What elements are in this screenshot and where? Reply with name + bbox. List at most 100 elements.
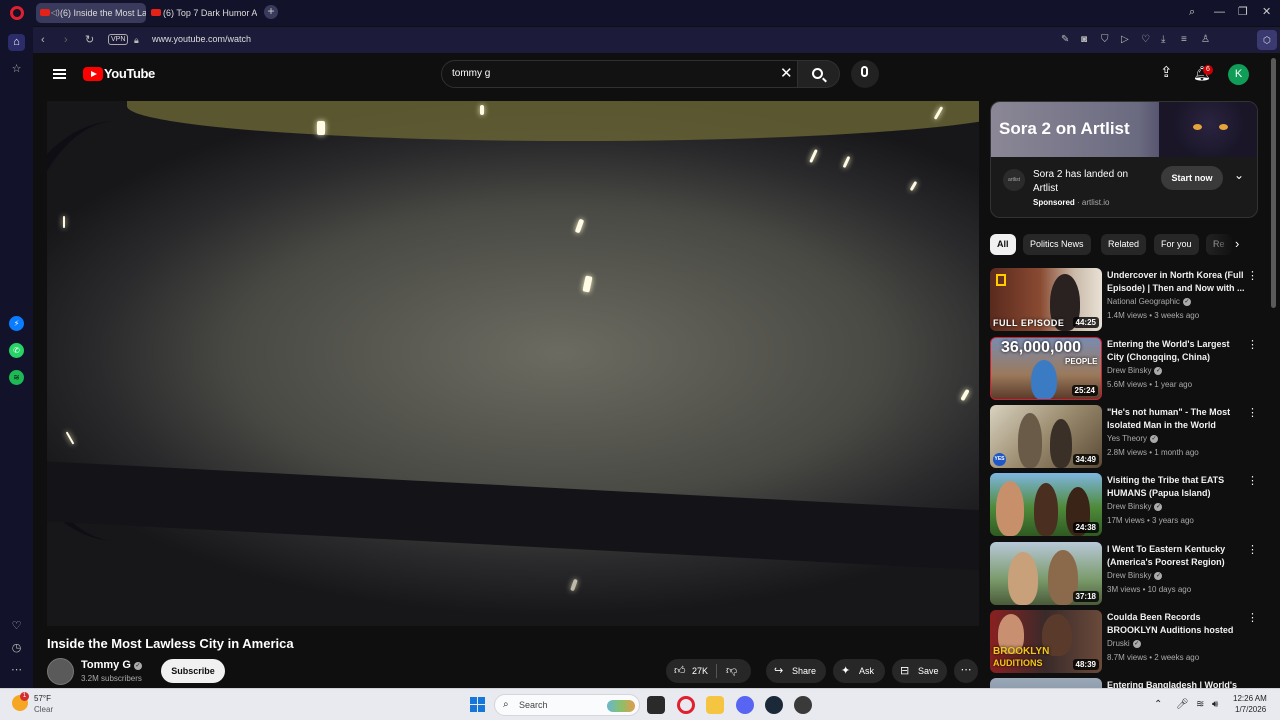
list-item[interactable]: BROOKLYN AUDITIONS 48:39 Coulda Been Rec… <box>990 610 1260 674</box>
maximize-icon[interactable]: ❐ <box>1238 5 1248 19</box>
subscribe-button[interactable]: Subscribe <box>161 659 225 683</box>
more-actions-button[interactable]: ⋯ <box>954 659 978 683</box>
youtube-logo-icon[interactable] <box>83 67 103 81</box>
home-icon[interactable]: ⌂ <box>8 34 25 51</box>
weather-temperature[interactable]: 57°F <box>34 694 51 703</box>
chevron-down-icon[interactable]: ⌄ <box>1234 168 1244 182</box>
minimize-icon[interactable]: — <box>1214 5 1225 19</box>
clock-time[interactable]: 12:26 AM <box>1233 694 1267 703</box>
task-view-icon[interactable] <box>647 696 665 714</box>
heart-icon[interactable]: ♡ <box>1141 34 1150 45</box>
spotify-icon[interactable]: ≋ <box>9 370 24 385</box>
kebab-menu-icon[interactable]: ⋮ <box>1247 474 1258 487</box>
tab-inside-the-most-lawless[interactable]: ◁) (6) Inside the Most La <box>36 3 146 23</box>
rec-title[interactable]: "He's not human" - The Most Isolated Man… <box>1107 406 1245 432</box>
list-item[interactable]: 24:38 Visiting the Tribe that EATS HUMAN… <box>990 473 1260 537</box>
windows-start-icon[interactable] <box>470 697 485 712</box>
discord-icon[interactable] <box>736 696 754 714</box>
rec-channel[interactable]: National Geographic ✓ <box>1107 297 1191 306</box>
tab-top-7-dark-humor[interactable]: (6) Top 7 Dark Humor AI V <box>147 3 257 23</box>
heart-icon[interactable]: ♡ <box>8 618 25 635</box>
rec-channel-name[interactable]: Drew Binsky <box>1107 571 1151 580</box>
save-button[interactable]: ⊟ Save <box>892 659 947 683</box>
file-explorer-icon[interactable] <box>706 696 724 714</box>
back-icon[interactable]: ‹ <box>41 33 45 47</box>
opera-menu-icon[interactable] <box>10 6 24 20</box>
video-thumbnail[interactable]: BROOKLYN AUDITIONS 48:39 <box>990 610 1102 673</box>
rec-channel-name[interactable]: Yes Theory <box>1107 434 1147 443</box>
list-item[interactable]: 37:18 I Went To Eastern Kentucky (Americ… <box>990 542 1260 606</box>
close-window-icon[interactable]: ✕ <box>1262 5 1271 19</box>
rec-title[interactable]: Entering the World's Largest City (Chong… <box>1107 338 1245 364</box>
list-item[interactable]: FULL EPISODE 44:25 Undercover in North K… <box>990 268 1260 332</box>
rec-title[interactable]: I Went To Eastern Kentucky (America's Po… <box>1107 543 1245 569</box>
ad-banner[interactable]: Sora 2 on Artlist <box>991 102 1257 157</box>
video-thumbnail[interactable]: 24:38 <box>990 473 1102 536</box>
forward-icon[interactable]: › <box>64 33 68 47</box>
kebab-menu-icon[interactable]: ⋮ <box>1247 543 1258 556</box>
messenger-icon[interactable]: ⚡ <box>9 316 24 331</box>
like-count[interactable]: 27K <box>692 659 708 683</box>
shield-icon[interactable]: ⛉ <box>1101 34 1109 45</box>
page-scrollbar[interactable] <box>1271 58 1276 308</box>
whatsapp-icon[interactable]: ✆ <box>9 343 24 358</box>
dislike-icon[interactable]: 👎︎ <box>726 659 737 683</box>
search-button[interactable] <box>798 60 840 88</box>
url-field[interactable]: www.youtube.com/watch <box>152 34 251 44</box>
extensions-cube-icon[interactable]: ⬡ <box>1257 30 1277 50</box>
guide-menu-icon[interactable] <box>53 69 66 79</box>
rec-channel-name[interactable]: Drew Binsky <box>1107 366 1151 375</box>
taskbar-search-field[interactable]: ⌕ Search <box>494 694 640 716</box>
ad-headline[interactable]: Sora 2 has landed on Artlist <box>1033 168 1151 196</box>
list-item[interactable]: 36,000,000 PEOPLE 25:24 Entering the Wor… <box>990 337 1260 401</box>
account-avatar[interactable]: K <box>1228 64 1249 85</box>
rec-title[interactable]: Coulda Been Records BROOKLYN Auditions h… <box>1107 611 1245 637</box>
video-thumbnail[interactable]: YES 34:49 <box>990 405 1102 468</box>
more-icon[interactable]: ⋯ <box>8 662 25 679</box>
reload-icon[interactable]: ↻ <box>85 33 94 47</box>
rec-channel-name[interactable]: National Geographic <box>1107 297 1180 306</box>
kebab-menu-icon[interactable]: ⋮ <box>1247 611 1258 624</box>
rec-channel[interactable]: Drew Binsky ✓ <box>1107 366 1163 375</box>
youtube-logo-text[interactable]: YouTube <box>104 66 155 81</box>
sponsored-ad-card[interactable]: Sora 2 on Artlist artlist Sora 2 has lan… <box>990 101 1258 218</box>
list-item[interactable]: YES 34:49 "He's not human" - The Most Is… <box>990 405 1260 469</box>
video-thumbnail[interactable]: 37:18 <box>990 542 1102 605</box>
rec-channel[interactable]: Drew Binsky ✓ <box>1107 502 1163 511</box>
like-icon[interactable]: 👍︎ <box>674 659 686 683</box>
channel-avatar[interactable] <box>47 658 74 685</box>
star-icon[interactable]: ☆ <box>8 61 25 78</box>
channel-name-text[interactable]: Tommy G <box>81 659 131 671</box>
chip-politics-news[interactable]: Politics News <box>1023 234 1091 255</box>
clear-search-icon[interactable]: ✕ <box>780 65 793 83</box>
camera-icon[interactable]: ◙ <box>1081 34 1087 45</box>
new-tab-button[interactable]: + <box>264 5 278 19</box>
rec-channel[interactable]: Drew Binsky ✓ <box>1107 571 1163 580</box>
app-taskbar-icon[interactable] <box>794 696 812 714</box>
rec-channel[interactable]: Druski ✓ <box>1107 639 1141 648</box>
steam-icon[interactable] <box>765 696 783 714</box>
volume-icon[interactable]: 🔊︎ <box>1212 699 1218 711</box>
microphone-icon[interactable]: 🎤︎ <box>1176 699 1189 711</box>
share-button[interactable]: ↪ Share <box>766 659 826 683</box>
rec-channel[interactable]: Yes Theory ✓ <box>1107 434 1159 443</box>
list-item[interactable]: Entering Bangladesh | World's <box>990 678 1260 688</box>
tray-overflow-icon[interactable]: ⌃ <box>1154 699 1162 711</box>
video-thumbnail[interactable]: 36,000,000 PEOPLE 25:24 <box>990 337 1102 400</box>
video-thumbnail[interactable] <box>990 678 1102 688</box>
chip-related[interactable]: Related <box>1101 234 1147 255</box>
download-icon[interactable]: ⤓ <box>1161 34 1165 45</box>
vpn-badge[interactable]: VPN <box>108 34 129 45</box>
chip-all[interactable]: All <box>990 234 1016 255</box>
profile-icon[interactable]: ♙ <box>1201 34 1210 45</box>
chevron-right-icon[interactable]: › <box>1235 236 1239 251</box>
advertiser-logo[interactable]: artlist <box>1003 169 1025 191</box>
video-thumbnail[interactable]: FULL EPISODE 44:25 <box>990 268 1102 331</box>
ask-button[interactable]: ✦ Ask <box>833 659 885 683</box>
rec-title[interactable]: Visiting the Tribe that EATS HUMANS (Pap… <box>1107 474 1245 500</box>
ad-cta-button[interactable]: Start now <box>1161 166 1223 190</box>
rec-channel-name[interactable]: Drew Binsky <box>1107 502 1151 511</box>
rec-channel-name[interactable]: Druski <box>1107 639 1130 648</box>
kebab-menu-icon[interactable]: ⋮ <box>1247 406 1258 419</box>
history-icon[interactable]: ◷ <box>8 640 25 657</box>
